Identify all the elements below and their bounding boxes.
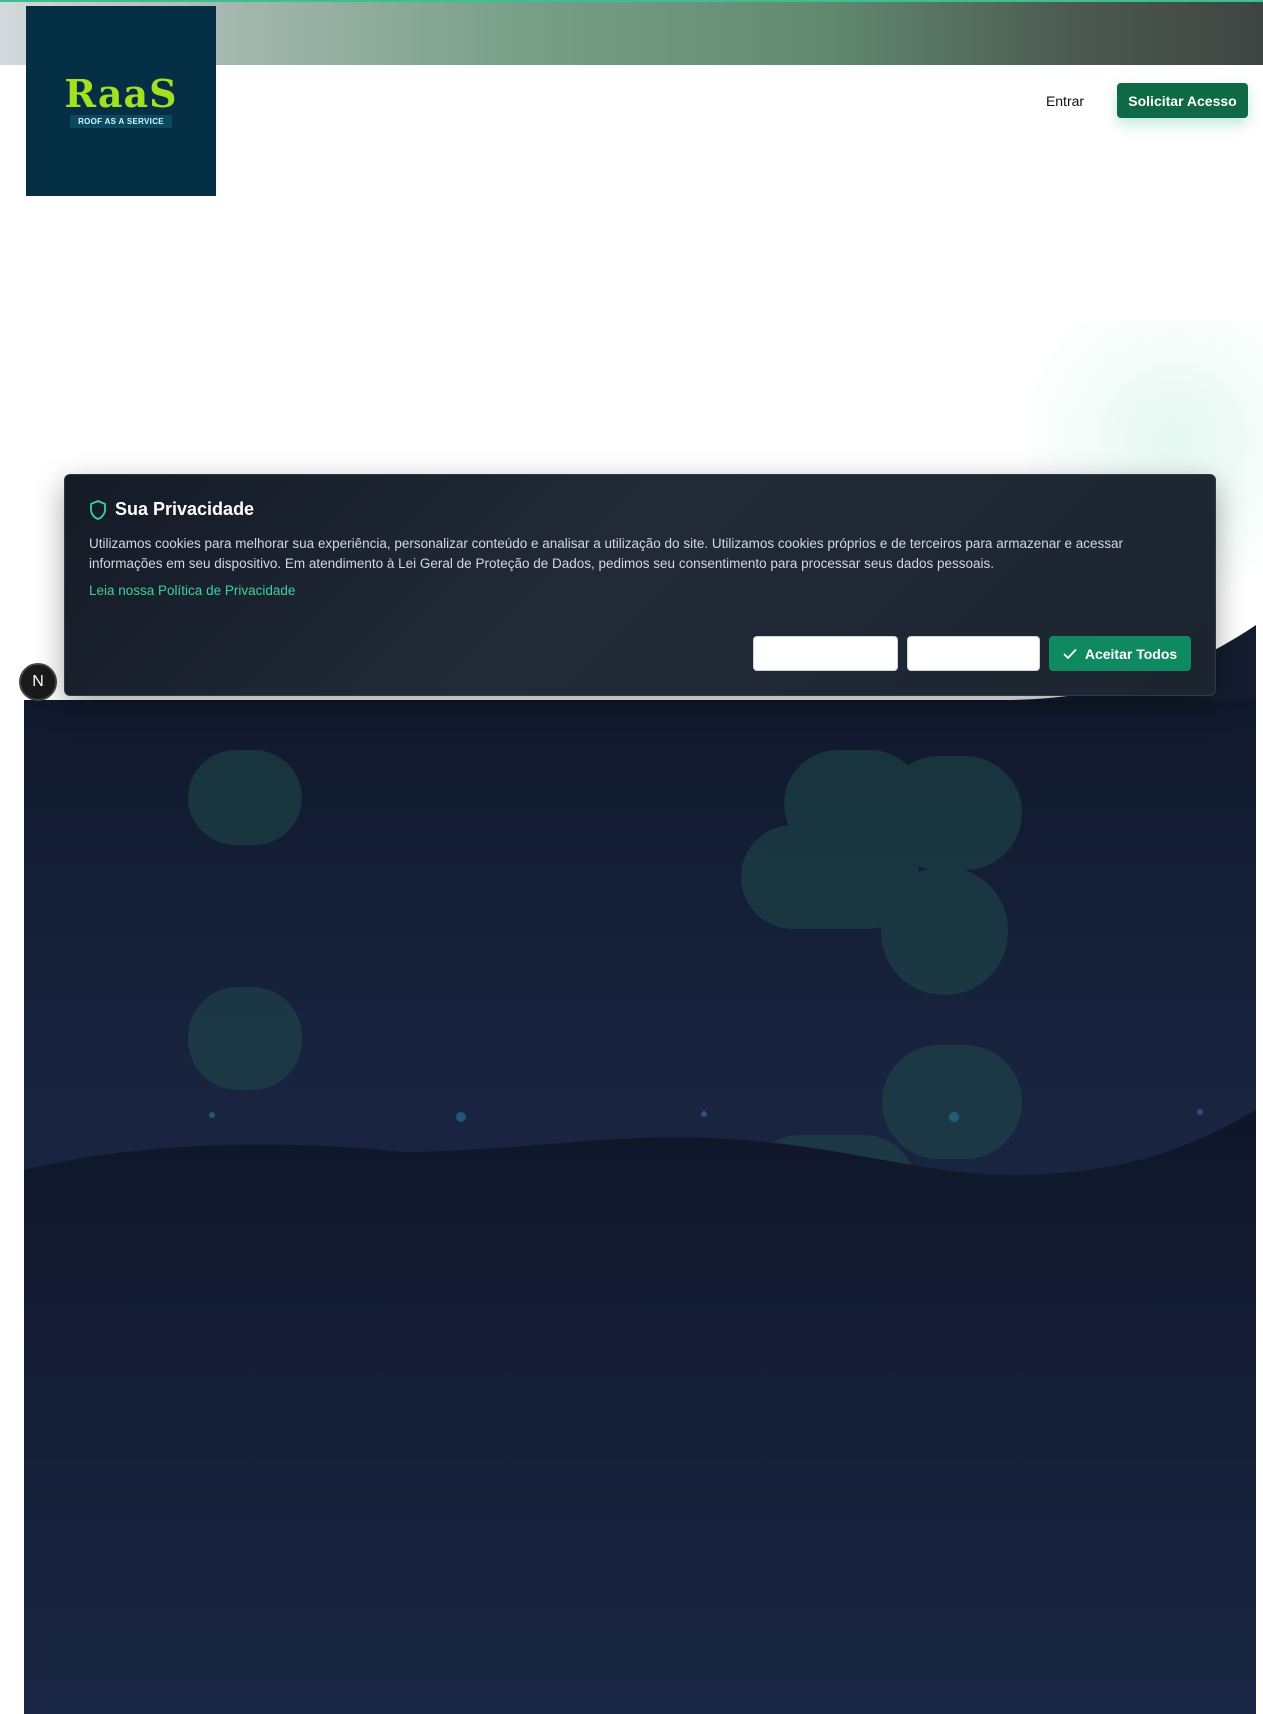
blob-2	[188, 987, 302, 1090]
check-icon	[1063, 648, 1077, 659]
blob-7	[882, 1045, 1022, 1159]
blob-6	[881, 867, 1008, 995]
cookie-consent-banner: Sua Privacidade Utilizamos cookies para …	[64, 474, 1216, 696]
cookie-reject-button[interactable]	[907, 636, 1040, 671]
blob-1	[188, 750, 302, 845]
cookie-header: Sua Privacidade	[89, 499, 1191, 520]
nextjs-dev-badge[interactable]: N	[19, 663, 57, 701]
site-logo[interactable]: RaaS ROOF AS A SERVICE	[26, 6, 216, 196]
cookie-actions: Aceitar Todos	[753, 636, 1191, 671]
hero-wave	[24, 1110, 1256, 1714]
privacy-policy-link[interactable]: Leia nossa Política de Privacidade	[89, 583, 295, 598]
cookie-preferences-button[interactable]	[753, 636, 898, 671]
nextjs-badge-label: N	[32, 673, 44, 690]
shield-icon	[90, 499, 106, 520]
logo-wordmark: RaaS	[64, 70, 178, 116]
logo-tagline: ROOF AS A SERVICE	[70, 114, 172, 128]
accept-all-button[interactable]: Aceitar Todos	[1049, 636, 1191, 671]
cookie-description: Utilizamos cookies para melhorar sua exp…	[89, 536, 1124, 571]
accept-all-label: Aceitar Todos	[1084, 645, 1178, 662]
request-access-button[interactable]: Solicitar Acesso	[1117, 83, 1248, 118]
login-button[interactable]: Entrar	[1030, 88, 1100, 114]
hero-background	[24, 625, 1256, 1714]
cookie-title: Sua Privacidade	[115, 499, 255, 519]
